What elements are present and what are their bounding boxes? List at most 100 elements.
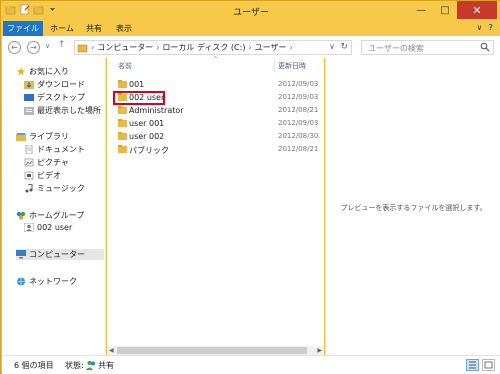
file-row-user-001[interactable]: user 001 2012/09/03 (107, 117, 324, 130)
breadcrumb-separator-icon: › (156, 43, 160, 52)
folder-icon (118, 80, 127, 88)
shared-users-icon (86, 361, 95, 370)
folder-icon (77, 44, 88, 52)
nav-libraries[interactable]: ライブラリ (16, 131, 69, 142)
item-count: 6 個の項目 (14, 361, 54, 370)
recent-places-icon (24, 107, 34, 115)
downloads-folder-icon (24, 81, 34, 89)
nav-downloads[interactable]: ダウンロード (24, 79, 85, 90)
folder-icon (118, 119, 127, 127)
breadcrumb-computer[interactable]: コンピューター (97, 42, 153, 53)
preview-message: プレビューを表示するファイルを選択します。 (340, 204, 487, 212)
file-row-administrator[interactable]: Administrator 2012/08/21 (107, 104, 324, 117)
file-row-001[interactable]: 001 2012/09/03 (107, 78, 324, 91)
column-header-date-modified[interactable]: 更新日時 (278, 61, 306, 71)
nav-pictures[interactable]: ピクチャ (24, 157, 69, 168)
caption-buttons: — □ ✕ (409, 1, 497, 19)
state-label: 状態: (65, 361, 84, 370)
file-row-public[interactable]: パブリック 2012/08/21 (107, 143, 324, 156)
highlight-box (113, 91, 165, 105)
search-input[interactable]: ユーザーの検索 (361, 40, 494, 55)
file-date: 2012/09/03 (278, 93, 319, 101)
scroll-left-arrow-icon[interactable]: ◀ (109, 346, 114, 355)
nav-computer[interactable]: コンピューター (16, 249, 104, 260)
maximize-button[interactable]: □ (433, 1, 457, 19)
file-row-user-002[interactable]: user 002 2012/08/30 (107, 130, 324, 143)
tab-home[interactable]: ホーム (47, 21, 77, 36)
folder-icon (118, 145, 127, 153)
search-icon[interactable] (480, 42, 490, 52)
nav-desktop-label: デスクトップ (37, 93, 85, 102)
documents-icon (25, 145, 33, 154)
nav-homegroup-user-label: 002 user (37, 223, 73, 232)
computer-icon (16, 250, 26, 259)
back-button[interactable]: ← (8, 41, 21, 54)
nav-recent-places-label: 最近表示した場所 (37, 106, 101, 115)
file-date: 2012/09/03 (278, 80, 319, 88)
address-field[interactable]: › コンピューター › ローカル ディスク (C:) › ユーザー › ∨ ↻ (74, 40, 352, 55)
nav-network-label: ネットワーク (29, 277, 77, 286)
folder-icon (118, 106, 127, 114)
user-icon (24, 223, 34, 232)
ribbon-tabs: ファイル ホーム 共有 表示 ∨ ? (1, 21, 500, 36)
address-bar-area: ← → ∨ ↑ › コンピューター › ローカル ディスク (C:) › ユーザ… (2, 36, 500, 58)
libraries-icon (16, 133, 26, 141)
minimize-button[interactable]: — (409, 1, 433, 19)
nav-music[interactable]: ミュージック (24, 183, 85, 194)
nav-network[interactable]: ネットワーク (16, 276, 77, 287)
breadcrumb-separator-icon: › (91, 43, 95, 52)
details-view-button[interactable] (466, 359, 479, 371)
search-placeholder: ユーザーの検索 (368, 44, 424, 53)
column-header-name[interactable]: 名前 (118, 61, 132, 71)
state-value: 共有 (98, 361, 114, 370)
music-icon (25, 184, 33, 193)
file-date: 2012/08/30 (278, 132, 319, 140)
horizontal-scrollbar[interactable]: ◀ ▶ (107, 346, 324, 355)
up-button[interactable]: ↑ (58, 40, 66, 50)
recent-locations-button[interactable]: ∨ (45, 42, 50, 50)
nav-desktop[interactable]: デスクトップ (24, 92, 85, 103)
column-header-row: ^ 名前 更新日時 (107, 56, 324, 72)
tab-share[interactable]: 共有 (81, 21, 107, 36)
nav-videos[interactable]: ビデオ (24, 170, 61, 181)
nav-recent-places[interactable]: 最近表示した場所 (24, 105, 101, 116)
large-icons-view-button[interactable] (482, 359, 495, 371)
forward-button[interactable]: → (27, 41, 40, 54)
close-button[interactable]: ✕ (457, 1, 497, 19)
breadcrumb-separator-icon: › (289, 43, 293, 52)
tab-file[interactable]: ファイル (3, 21, 43, 36)
tab-view[interactable]: 表示 (111, 21, 137, 36)
refresh-button[interactable]: ↻ (340, 42, 348, 52)
breadcrumb-local-disk[interactable]: ローカル ディスク (C:) (162, 42, 245, 53)
help-button[interactable]: ? (488, 23, 493, 32)
scroll-thumb[interactable] (117, 347, 307, 354)
navigation-pane: お気に入り ダウンロード デスクトップ 最近表示した場所 ライブラリ ドキュメン… (2, 58, 106, 355)
network-icon (17, 277, 25, 286)
breadcrumb-separator-icon: › (248, 43, 252, 52)
nav-favorites-label: お気に入り (29, 67, 69, 76)
nav-homegroup-user[interactable]: 002 user (24, 223, 72, 232)
star-icon (16, 67, 26, 76)
ribbon-controls: ∨ ? (477, 23, 494, 32)
homegroup-icon (16, 211, 26, 220)
address-history-dropdown[interactable]: ∨ (329, 42, 335, 51)
nav-favorites[interactable]: お気に入り (16, 66, 69, 77)
nav-documents[interactable]: ドキュメント (24, 144, 85, 155)
nav-computer-label: コンピューター (29, 250, 85, 259)
large-icons-view-icon (484, 361, 493, 369)
expand-ribbon-button[interactable]: ∨ (477, 23, 483, 32)
title-bar: ユーザー — □ ✕ (1, 1, 500, 21)
preview-pane: プレビューを表示するファイルを選択します。 (325, 58, 500, 355)
column-divider[interactable] (274, 58, 275, 72)
explorer-window: ユーザー — □ ✕ ファイル ホーム 共有 表示 ∨ ? ← → ∨ ↑ › … (0, 0, 500, 374)
nav-libraries-label: ライブラリ (29, 132, 69, 141)
file-name: user 001 (129, 119, 165, 128)
status-bar: 6 個の項目 状態: 共有 (2, 355, 500, 374)
nav-homegroup[interactable]: ホームグループ (16, 210, 84, 221)
nav-pictures-label: ピクチャ (37, 158, 69, 167)
breadcrumb-users[interactable]: ユーザー (255, 42, 287, 53)
nav-music-label: ミュージック (37, 184, 85, 193)
file-date: 2012/09/03 (278, 119, 319, 127)
scroll-right-arrow-icon[interactable]: ▶ (317, 346, 322, 355)
file-name: user 002 (129, 132, 165, 141)
